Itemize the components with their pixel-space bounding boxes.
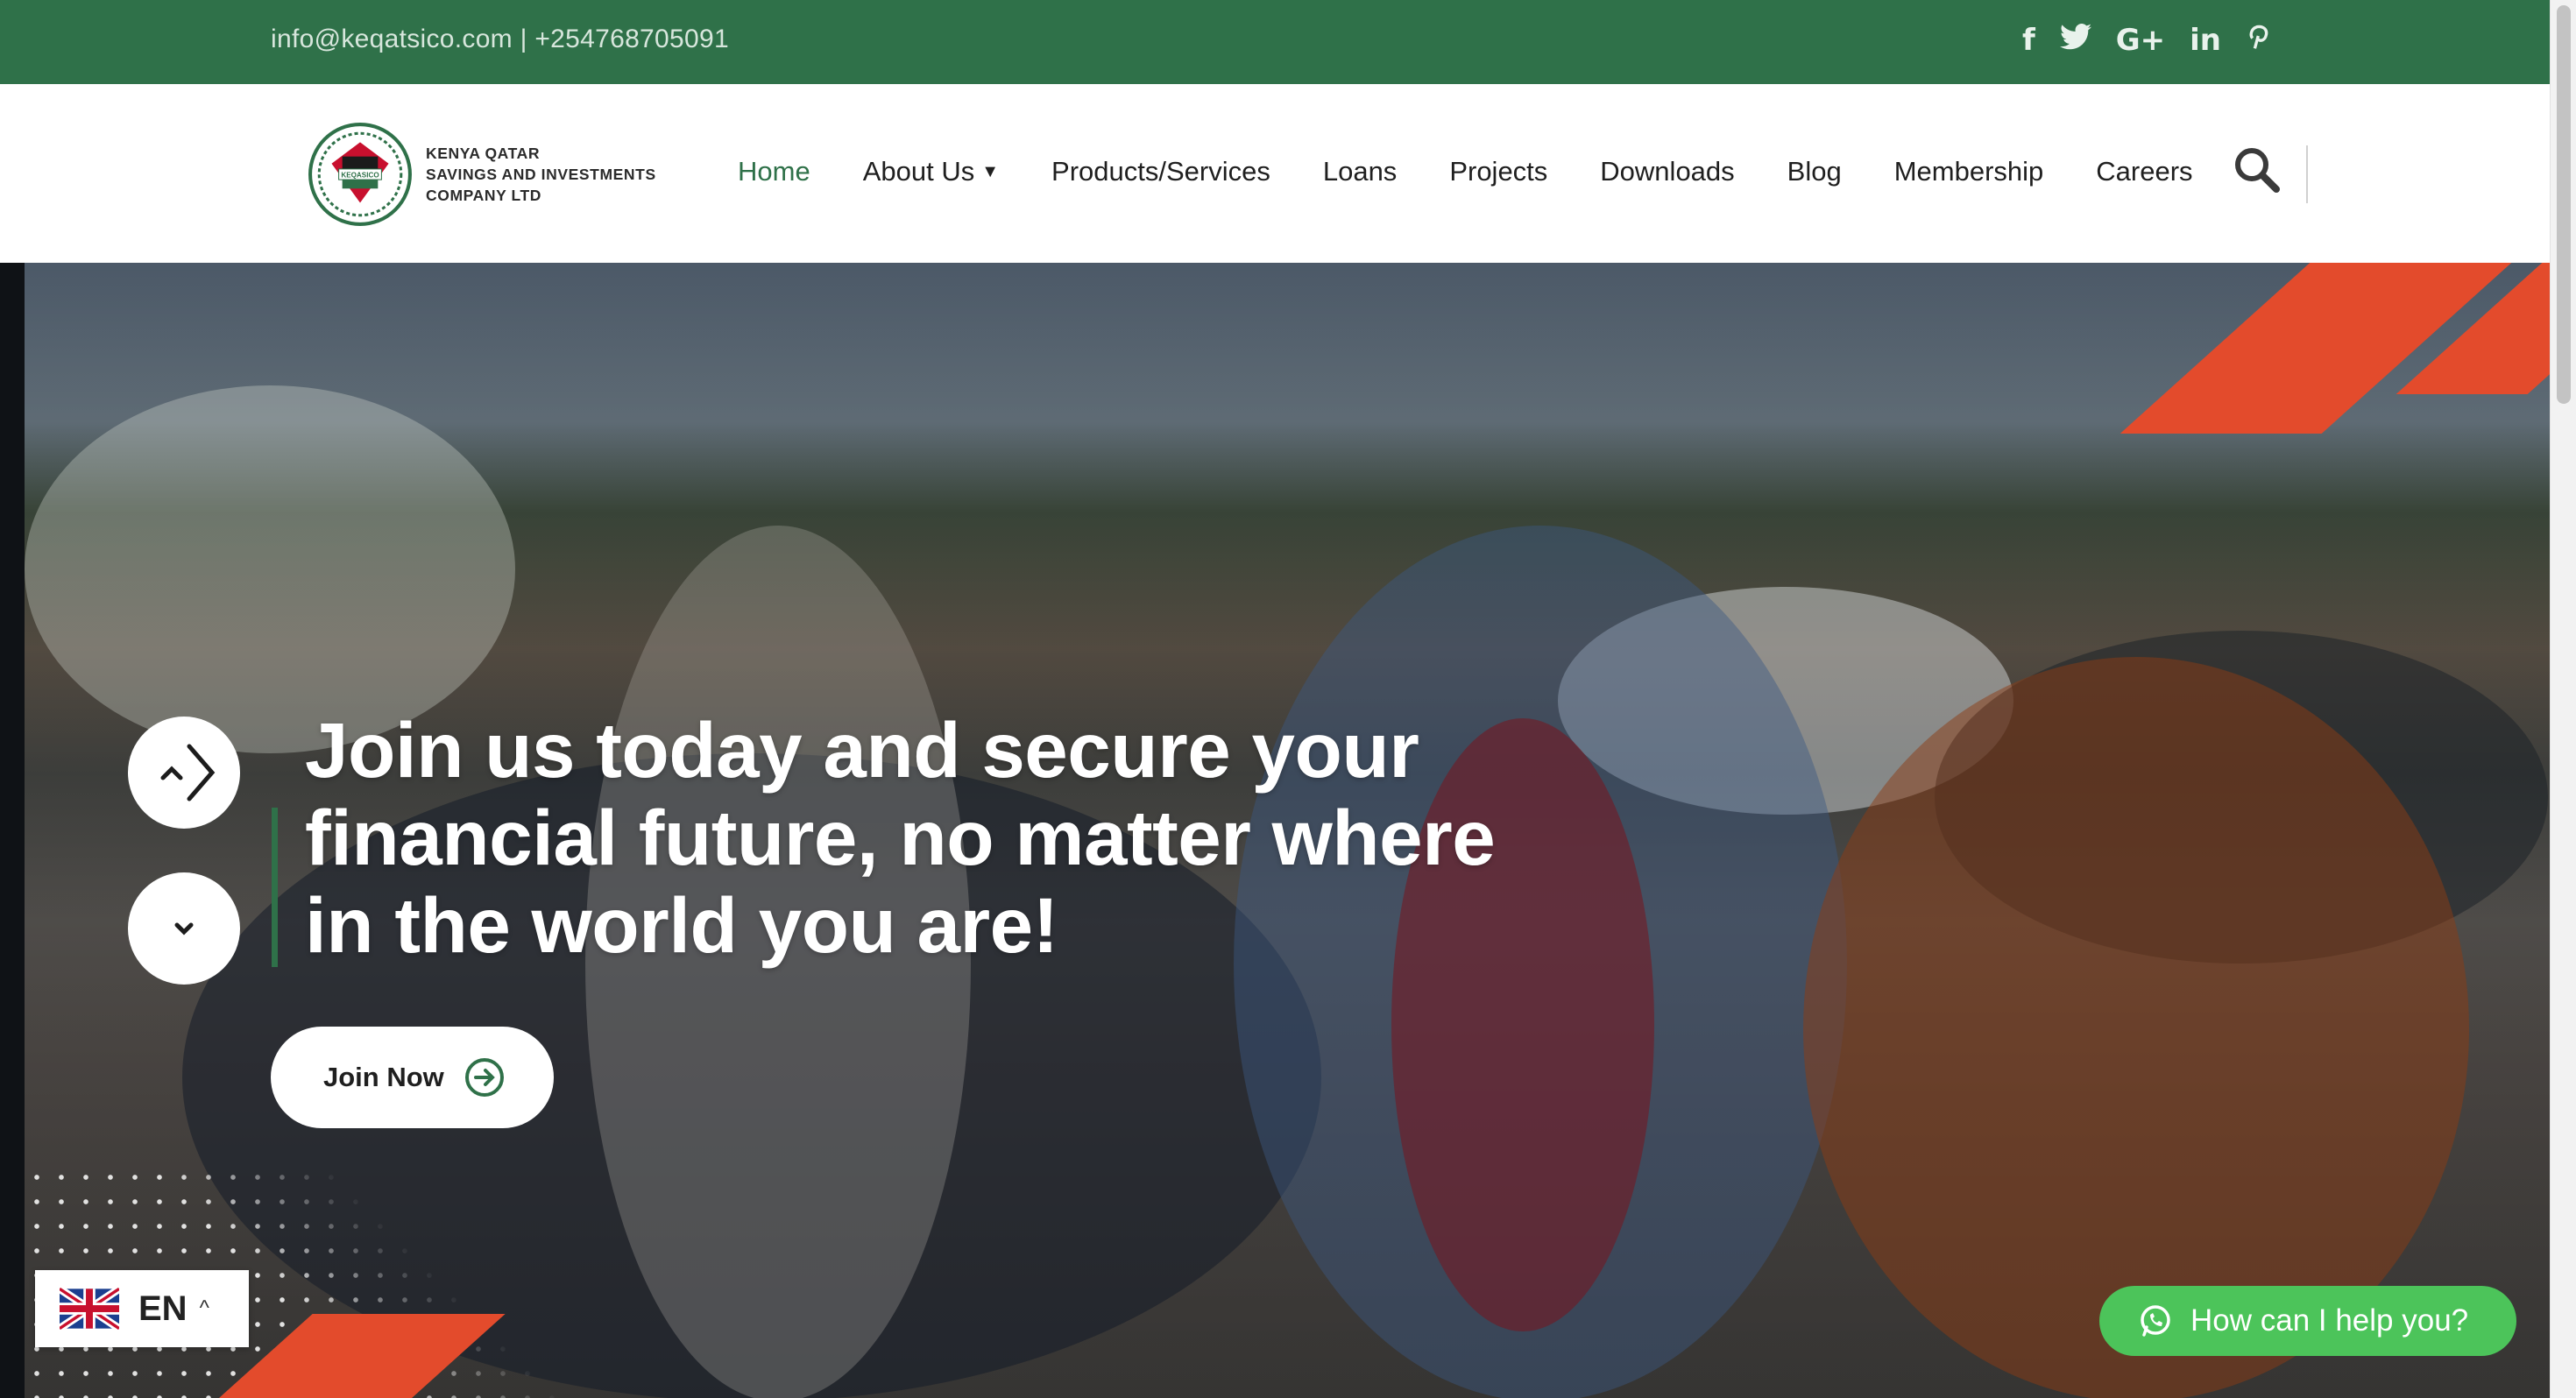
nav-item-membership[interactable]: Membership xyxy=(1894,152,2044,191)
logo-text: KENYA QATAR SAVINGS AND INVESTMENTS COMP… xyxy=(426,143,656,206)
hero-left-edge xyxy=(0,263,25,1398)
google-plus-icon[interactable]: G+ xyxy=(2116,19,2165,61)
join-now-label: Join Now xyxy=(323,1062,444,1092)
chevron-up-icon: ^ xyxy=(199,1296,209,1320)
nav-item-about-label: About Us xyxy=(862,156,975,187)
contact-info: info@keqatsico.com | +254768705091 xyxy=(271,25,729,53)
chevron-down-icon: ▼ xyxy=(981,162,1000,181)
scrollbar-thumb[interactable] xyxy=(2557,5,2571,404)
nav-item-careers[interactable]: Careers xyxy=(2096,152,2192,191)
logo-line-2: SAVINGS AND INVESTMENTS xyxy=(426,166,656,183)
chevron-down-icon xyxy=(174,922,194,936)
nav-item-loans[interactable]: Loans xyxy=(1323,152,1397,191)
join-now-button[interactable]: Join Now xyxy=(271,1027,554,1128)
search-divider xyxy=(2306,145,2308,203)
logo-seal-icon: KEQASICO xyxy=(308,123,412,226)
top-bar: info@keqatsico.com | +254768705091 f G+ … xyxy=(0,0,2550,84)
slider-down-button[interactable] xyxy=(128,872,240,985)
pinterest-icon[interactable] xyxy=(2246,19,2268,61)
nav-item-downloads[interactable]: Downloads xyxy=(1600,152,1734,191)
slider-next-button[interactable] xyxy=(128,717,240,829)
nav-item-blog[interactable]: Blog xyxy=(1787,152,1842,191)
arrow-circle-right-icon xyxy=(464,1058,504,1097)
search-icon[interactable] xyxy=(2233,145,2282,194)
linkedin-icon[interactable]: in xyxy=(2190,19,2221,61)
whatsapp-chat-button[interactable]: How can I help you? xyxy=(2099,1286,2516,1356)
nav-item-projects[interactable]: Projects xyxy=(1449,152,1547,191)
language-code: EN xyxy=(138,1289,188,1328)
nav-item-about-us[interactable]: About Us ▼ xyxy=(863,152,999,191)
hero-photo-vehicle-left xyxy=(25,385,515,753)
whatsapp-icon xyxy=(2141,1305,2170,1337)
logo-badge-text: KEQASICO xyxy=(341,172,379,180)
logo-line-3: COMPANY LTD xyxy=(426,187,542,204)
nav-menu: Home About Us ▼ Products/Services Loans P… xyxy=(738,152,2246,191)
uk-flag-icon xyxy=(60,1288,119,1330)
facebook-icon[interactable]: f xyxy=(2022,19,2035,61)
site-logo[interactable]: KEQASICO KENYA QATAR SAVINGS AND INVESTM… xyxy=(307,121,656,228)
social-links: f G+ in xyxy=(2022,19,2268,61)
twitter-icon[interactable] xyxy=(2059,19,2091,61)
whatsapp-chat-label: How can I help you? xyxy=(2190,1303,2469,1338)
hero-headline: Join us today and secure your financial … xyxy=(305,706,1496,969)
main-navbar: KEQASICO KENYA QATAR SAVINGS AND INVESTM… xyxy=(0,84,2550,263)
nav-item-home[interactable]: Home xyxy=(738,152,810,191)
logo-line-1: KENYA QATAR xyxy=(426,145,541,162)
arrow-right-icon xyxy=(160,744,216,801)
headline-accent-bar xyxy=(272,808,278,967)
page: info@keqatsico.com | +254768705091 f G+ … xyxy=(0,0,2576,1398)
language-switcher[interactable]: EN ^ xyxy=(35,1270,249,1347)
page-scrollbar[interactable] xyxy=(2550,0,2576,1398)
nav-item-products[interactable]: Products/Services xyxy=(1051,152,1270,191)
